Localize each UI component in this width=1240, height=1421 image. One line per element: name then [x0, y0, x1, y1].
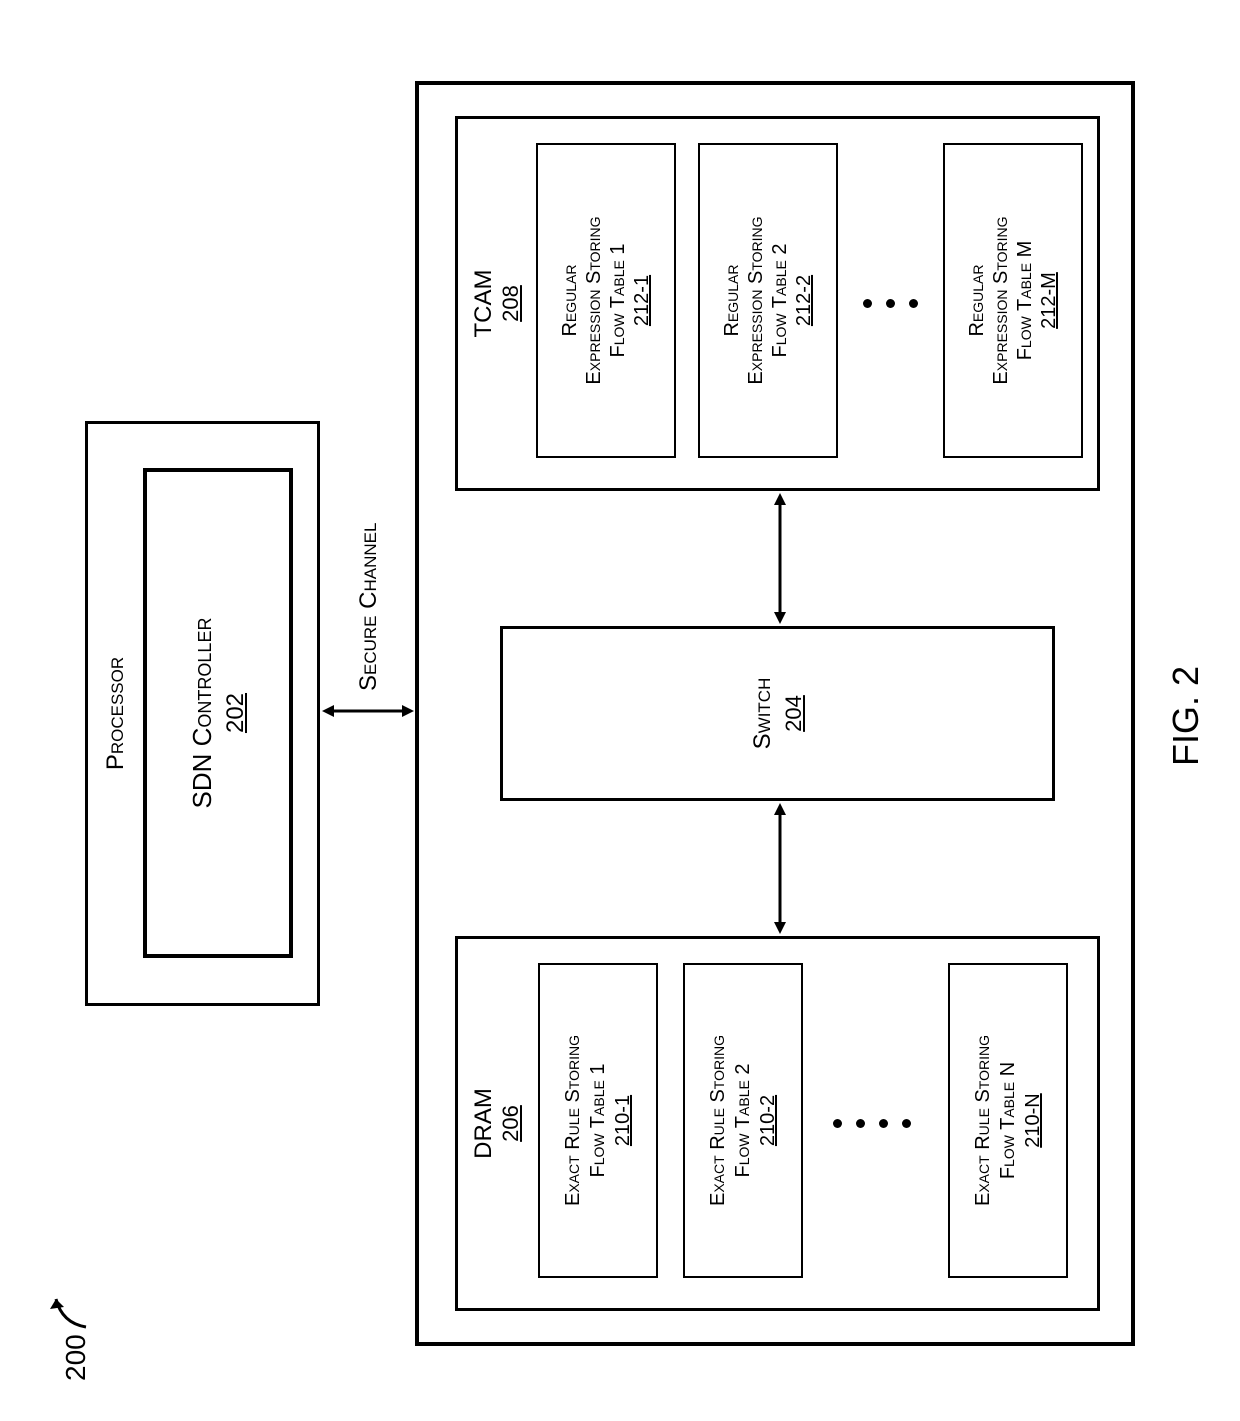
- processor-title: Processor: [102, 424, 130, 1003]
- sdn-controller-box: SDN Controller 202: [143, 468, 293, 958]
- tcam-table-m: Regular Expression Storing Flow Table M …: [943, 143, 1083, 458]
- switch-name: Switch: [749, 678, 777, 750]
- tcam-table-2: Regular Expression Storing Flow Table 2 …: [698, 143, 838, 458]
- dram-table-1: Exact Rule Storing Flow Table 1 210-1: [538, 963, 658, 1278]
- figure-ref: 200: [60, 1334, 92, 1381]
- dram-ellipsis: [833, 1119, 911, 1128]
- tcam-t2-l1: Regular: [721, 265, 744, 337]
- tcam-t1-l1: Regular: [559, 265, 582, 337]
- tcam-tm-l1: Regular: [966, 265, 989, 337]
- diagram-canvas: 200 Processor SDN Controller 202 Secure …: [0, 0, 1240, 1421]
- dram-tn-ref: 210-N: [1022, 1093, 1045, 1147]
- dram-switch-arrow: [770, 801, 790, 936]
- dram-t2-l2: Flow Table 2: [732, 1064, 755, 1178]
- tcam-t1-l2: Expression Storing: [583, 216, 606, 384]
- tcam-title: TCAM: [470, 119, 498, 488]
- tcam-ellipsis: [863, 299, 918, 308]
- dram-tn-l2: Flow Table N: [997, 1062, 1020, 1179]
- dram-table-n: Exact Rule Storing Flow Table N 210-N: [948, 963, 1068, 1278]
- secure-channel-label: Secure Channel: [355, 523, 383, 691]
- sdn-controller-ref: 202: [222, 693, 250, 733]
- tcam-table-1: Regular Expression Storing Flow Table 1 …: [536, 143, 676, 458]
- secure-channel-arrow: [320, 701, 416, 721]
- dram-title: DRAM: [470, 939, 498, 1308]
- dram-t2-ref: 210-2: [757, 1095, 780, 1146]
- tcam-tm-l2: Expression Storing: [990, 216, 1013, 384]
- tcam-t2-ref: 212-2: [793, 275, 816, 326]
- switch-box: Switch 204: [500, 626, 1055, 801]
- switch-tcam-arrow: [770, 491, 790, 626]
- rotated-layer: 200 Processor SDN Controller 202 Secure …: [0, 0, 1240, 1421]
- switch-ref: 204: [781, 695, 807, 732]
- dram-t1-l2: Flow Table 1: [587, 1064, 610, 1178]
- dram-ref: 206: [498, 939, 524, 1308]
- dram-tn-l1: Exact Rule Storing: [972, 1035, 995, 1206]
- tcam-tm-ref: 212-M: [1038, 272, 1061, 329]
- dram-t2-l1: Exact Rule Storing: [707, 1035, 730, 1206]
- tcam-tm-l3: Flow Table M: [1014, 241, 1037, 361]
- figure-ref-arc: [52, 1289, 92, 1329]
- tcam-box: TCAM 208 Regular Expression Storing Flow…: [455, 116, 1100, 491]
- figure-caption: FIG. 2: [1165, 666, 1207, 766]
- tcam-t1-l3: Flow Table 1: [607, 244, 630, 358]
- dram-box: DRAM 206 Exact Rule Storing Flow Table 1…: [455, 936, 1100, 1311]
- tcam-ref: 208: [498, 119, 524, 488]
- processor-box: Processor SDN Controller 202: [85, 421, 320, 1006]
- tcam-t2-l2: Expression Storing: [745, 216, 768, 384]
- tcam-t1-ref: 212-1: [631, 275, 654, 326]
- dram-t1-ref: 210-1: [612, 1095, 635, 1146]
- dram-table-2: Exact Rule Storing Flow Table 2 210-2: [683, 963, 803, 1278]
- sdn-controller-name: SDN Controller: [187, 618, 218, 809]
- dram-t1-l1: Exact Rule Storing: [562, 1035, 585, 1206]
- tcam-t2-l3: Flow Table 2: [769, 244, 792, 358]
